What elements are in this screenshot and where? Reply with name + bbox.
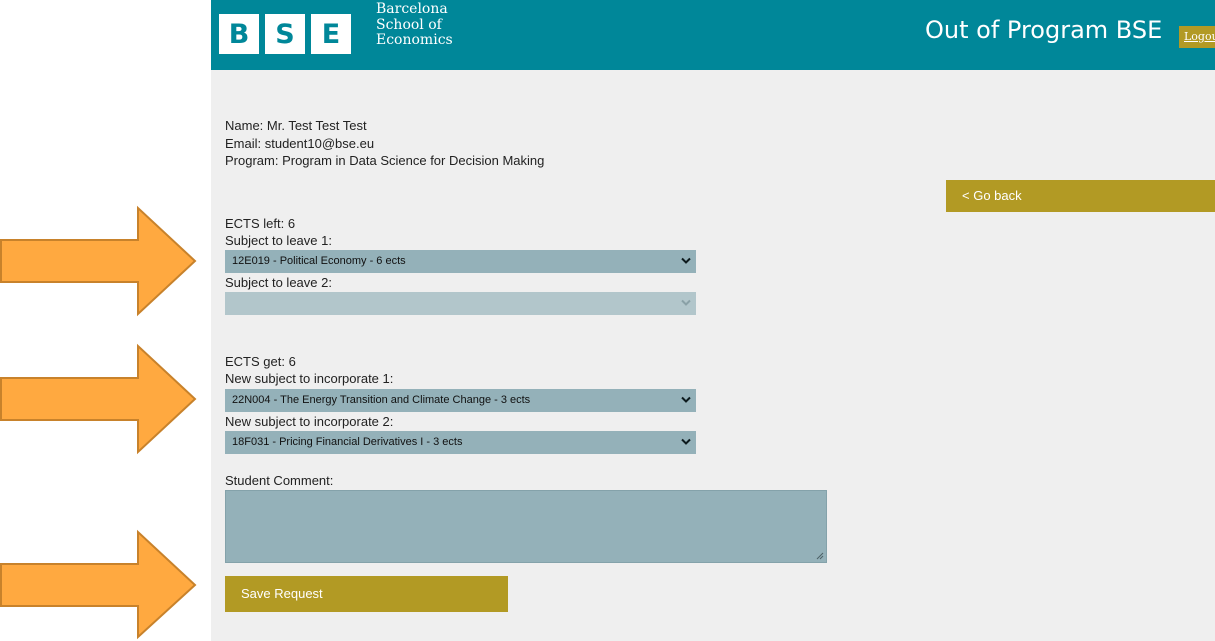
go-back-button[interactable]: < Go back — [946, 180, 1215, 212]
leave-subject-1-select[interactable]: 12E019 - Political Economy - 6 ects — [225, 250, 696, 273]
logo-wordmark: Barcelona School of Economics — [376, 1, 453, 49]
logo-text-line: Barcelona — [376, 1, 448, 17]
student-info: Name: Mr. Test Test Test Email: student1… — [225, 117, 544, 170]
leave-subject-1-value: 12E019 - Political Economy - 6 ects — [232, 255, 406, 267]
orange-arrow-icon — [0, 343, 197, 455]
chevron-down-icon — [681, 292, 691, 307]
incorporate-subject-2-value: 18F031 - Pricing Financial Derivatives I… — [232, 436, 463, 448]
incorporate-subject-1-select[interactable]: 22N004 - The Energy Transition and Clima… — [225, 389, 696, 412]
orange-arrow-icon — [0, 529, 197, 640]
student-comment-label: Student Comment: — [225, 473, 334, 488]
student-name: Name: Mr. Test Test Test — [225, 118, 367, 133]
leave-subject-1-label: Subject to leave 1: — [225, 233, 332, 248]
resize-grip-icon[interactable] — [816, 552, 824, 560]
leave-subject-2-select[interactable] — [225, 292, 696, 315]
bse-logo: B S E — [219, 14, 351, 54]
logo-text-line: Economics — [376, 32, 453, 48]
logo-letter-e: E — [311, 14, 351, 54]
logo-text-line: School of — [376, 16, 442, 33]
chevron-down-icon — [681, 389, 691, 404]
leave-subject-2-label: Subject to leave 2: — [225, 275, 332, 290]
chevron-down-icon — [681, 431, 691, 446]
ects-get-label: ECTS get: 6 — [225, 354, 296, 369]
student-email: Email: student10@bse.eu — [225, 135, 375, 151]
incorporate-subject-1-value: 22N004 - The Energy Transition and Clima… — [232, 394, 531, 406]
incorporate-subject-2-label: New subject to incorporate 2: — [225, 414, 394, 429]
ects-left-label: ECTS left: 6 — [225, 216, 296, 231]
incorporate-subject-2-select[interactable]: 18F031 - Pricing Financial Derivatives I… — [225, 431, 696, 454]
app-header: B S E Barcelona School of Economics Out … — [211, 0, 1215, 70]
logout-button[interactable]: Logout — [1179, 26, 1215, 48]
orange-arrow-icon — [0, 205, 197, 317]
logo-letter-s: S — [265, 14, 305, 54]
student-program: Program: Program in Data Science for Dec… — [225, 153, 545, 168]
logo-letter-b: B — [219, 14, 259, 54]
incorporate-subject-1-label: New subject to incorporate 1: — [225, 371, 394, 386]
page-title: Out of Program BSE — [925, 16, 1163, 44]
chevron-down-icon — [681, 250, 691, 265]
student-comment-textarea[interactable] — [225, 490, 827, 563]
save-request-button[interactable]: Save Request — [225, 576, 508, 612]
